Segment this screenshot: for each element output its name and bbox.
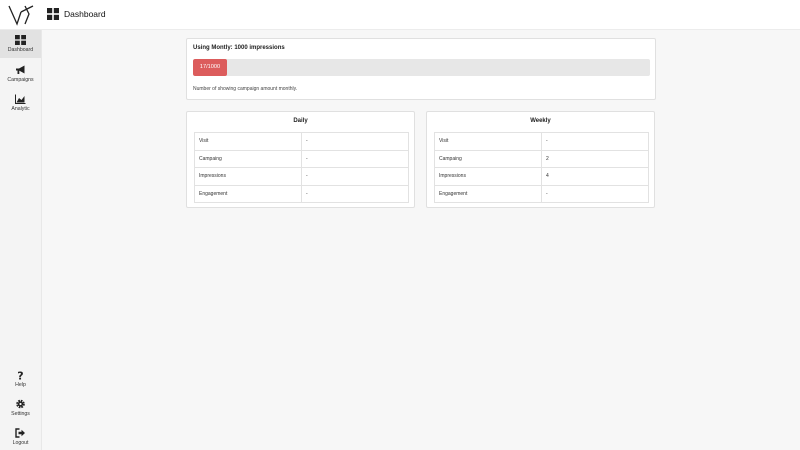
table-row: Engagement - (434, 184, 649, 203)
sidebar-item-campaigns[interactable]: Campaigns (0, 60, 41, 88)
sidebar-item-settings[interactable]: Settings (0, 394, 41, 422)
stat-key: Impressions (434, 167, 542, 186)
sidebar-item-label: Analytic (11, 106, 30, 112)
monthly-usage-card: Using Montly: 1000 impressions 17/1000 N… (186, 38, 656, 100)
usage-progress-text: 17/1000 (199, 64, 221, 70)
stat-key: Campaing (194, 149, 302, 168)
stat-key: Visit (194, 132, 302, 151)
sidebar-item-label: Logout (12, 440, 29, 446)
daily-stats-card: Daily Visit - Campaing - Impressions - Enga… (186, 111, 415, 208)
stat-value: - (301, 149, 409, 168)
megaphone-icon (16, 65, 25, 74)
table-row: Visit - (194, 132, 409, 151)
weekly-stats-table: Visit - Campaing 2 Impressions 4 Engagement… (434, 132, 649, 203)
stat-value: - (301, 184, 409, 203)
bar-chart-icon (15, 94, 26, 104)
table-row: Engagement - (194, 184, 409, 203)
sidebar-item-label: Settings (11, 411, 30, 417)
table-row: Visit - (434, 132, 649, 151)
daily-title: Daily (293, 118, 308, 124)
table-row: Campaing 2 (434, 149, 649, 168)
sidebar-item-help[interactable]: ? Help (0, 365, 41, 393)
weekly-stats-card: Weekly Visit - Campaing 2 Impressions 4 Eng… (426, 111, 655, 208)
stat-value: 4 (541, 167, 649, 186)
question-mark-icon: ? (17, 370, 23, 380)
sidebar-item-label: Dashboard (7, 47, 34, 53)
page-title: Dashboard (64, 9, 106, 19)
sidebar-item-label: Help (15, 382, 26, 388)
sidebar-item-logout[interactable]: Logout (0, 423, 41, 450)
sidebar-item-analytic[interactable]: Analytic (0, 89, 41, 117)
svg-text:?: ? (17, 370, 23, 380)
stat-value: 2 (541, 149, 649, 168)
table-row: Impressions 4 (434, 167, 649, 186)
daily-stats-table: Visit - Campaing - Impressions - Engagement… (194, 132, 409, 203)
weekly-title: Weekly (530, 118, 551, 124)
sidebar-item-label: Campaigns (7, 77, 34, 83)
stat-value: - (301, 167, 409, 186)
usage-title: Using Montly: 1000 impressions (193, 45, 285, 51)
sign-out-icon (15, 428, 25, 438)
table-row: Impressions - (194, 167, 409, 186)
gear-icon (16, 399, 25, 409)
stat-value: - (541, 184, 649, 203)
stat-value: - (541, 132, 649, 151)
top-bar: Dashboard (0, 0, 800, 30)
grid-icon (15, 35, 26, 45)
stat-key: Engagement (194, 184, 302, 203)
stat-key: Impressions (194, 167, 302, 186)
sidebar: Dashboard Campaigns Analytic ? Help Sett… (0, 30, 42, 450)
stat-key: Engagement (434, 184, 542, 203)
sidebar-item-dashboard[interactable]: Dashboard (0, 30, 41, 58)
app-logo-icon[interactable] (8, 4, 34, 26)
usage-note: Number of showing campaign amount monthl… (193, 86, 298, 92)
stat-key: Visit (434, 132, 542, 151)
stat-key: Campaing (434, 149, 542, 168)
grid-icon (47, 8, 59, 20)
usage-progress-bar: 17/1000 (193, 59, 650, 76)
table-row: Campaing - (194, 149, 409, 168)
stat-value: - (301, 132, 409, 151)
